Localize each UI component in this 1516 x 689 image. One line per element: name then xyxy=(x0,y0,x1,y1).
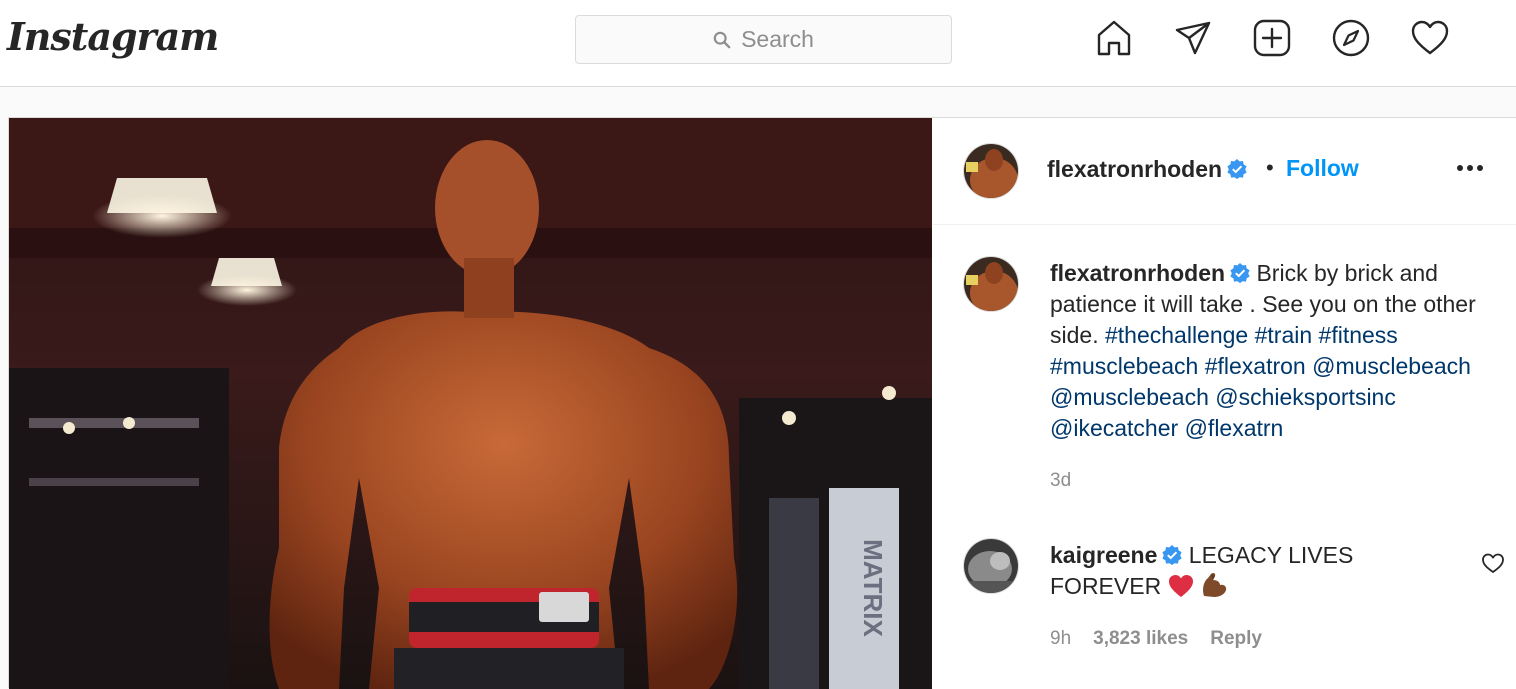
author-username-text[interactable]: flexatronrhoden xyxy=(1047,156,1222,182)
hashtag-link[interactable]: #flexatron xyxy=(1205,353,1306,379)
top-nav-bar: Instagram Search xyxy=(0,0,1516,87)
post-header: flexatronrhoden • Follow xyxy=(933,118,1516,225)
caption-username[interactable]: flexatronrhoden xyxy=(1050,260,1225,286)
search-icon xyxy=(713,31,731,48)
explore-compass-icon[interactable] xyxy=(1331,18,1371,58)
verified-badge-icon xyxy=(1230,263,1250,283)
hashtag-link[interactable]: #fitness xyxy=(1319,322,1398,348)
flexed-biceps-emoji xyxy=(1203,572,1227,597)
mention-link[interactable]: @schieksportsinc xyxy=(1215,384,1396,410)
bodybuilder-photo: MATRIX xyxy=(9,118,932,689)
follow-button[interactable]: Follow xyxy=(1286,155,1359,182)
mention-link[interactable]: @musclebeach xyxy=(1050,384,1209,410)
comment-likes-count[interactable]: 3,823 likes xyxy=(1093,628,1188,650)
hashtag-link[interactable]: #musclebeach xyxy=(1050,353,1198,379)
search-placeholder: Search xyxy=(741,26,814,52)
caption-author-avatar[interactable] xyxy=(963,256,1019,312)
commenter-avatar[interactable] xyxy=(963,538,1019,594)
svg-text:MATRIX: MATRIX xyxy=(858,539,888,637)
mention-link[interactable]: @musclebeach xyxy=(1312,353,1471,379)
comment-meta: 9h 3,823 likes Reply xyxy=(1050,628,1262,650)
search-input[interactable]: Search xyxy=(575,15,952,64)
post-side-panel: flexatronrhoden • Follow flexatronrhoden… xyxy=(933,118,1516,689)
caption-timestamp[interactable]: 3d xyxy=(1050,470,1071,492)
post-image[interactable]: MATRIX xyxy=(9,118,932,689)
post-container: MATRIX flexatronrhoden • Follow flexatro… xyxy=(8,117,1516,689)
direct-message-icon[interactable] xyxy=(1173,18,1213,58)
verified-badge-icon xyxy=(1227,159,1247,179)
mention-link[interactable]: @ikecatcher xyxy=(1050,415,1178,441)
activity-heart-icon[interactable] xyxy=(1410,18,1450,58)
home-icon[interactable] xyxy=(1094,18,1134,58)
more-options-icon[interactable] xyxy=(1455,158,1485,178)
separator-dot: • xyxy=(1266,155,1274,180)
red-heart-emoji xyxy=(1168,575,1193,597)
caption-text: flexatronrhoden Brick by brick and patie… xyxy=(1050,258,1505,444)
author-avatar[interactable] xyxy=(963,143,1019,199)
author-username[interactable]: flexatronrhoden xyxy=(1047,156,1247,183)
comment-text: kaigreene LEGACY LIVES FOREVER xyxy=(1050,540,1390,602)
reply-button[interactable]: Reply xyxy=(1210,628,1262,650)
mention-link[interactable]: @flexatrn xyxy=(1185,415,1284,441)
nav-icon-group xyxy=(1094,18,1450,58)
verified-badge-icon xyxy=(1162,545,1183,565)
comment-timestamp[interactable]: 9h xyxy=(1050,628,1071,650)
instagram-logo[interactable]: Instagram xyxy=(7,14,219,59)
hashtag-link[interactable]: #thechallenge xyxy=(1105,322,1248,348)
new-post-icon[interactable] xyxy=(1252,18,1292,58)
commenter-username[interactable]: kaigreene xyxy=(1050,542,1157,568)
like-comment-heart-icon[interactable] xyxy=(1481,552,1505,574)
hashtag-link[interactable]: #train xyxy=(1255,322,1313,348)
